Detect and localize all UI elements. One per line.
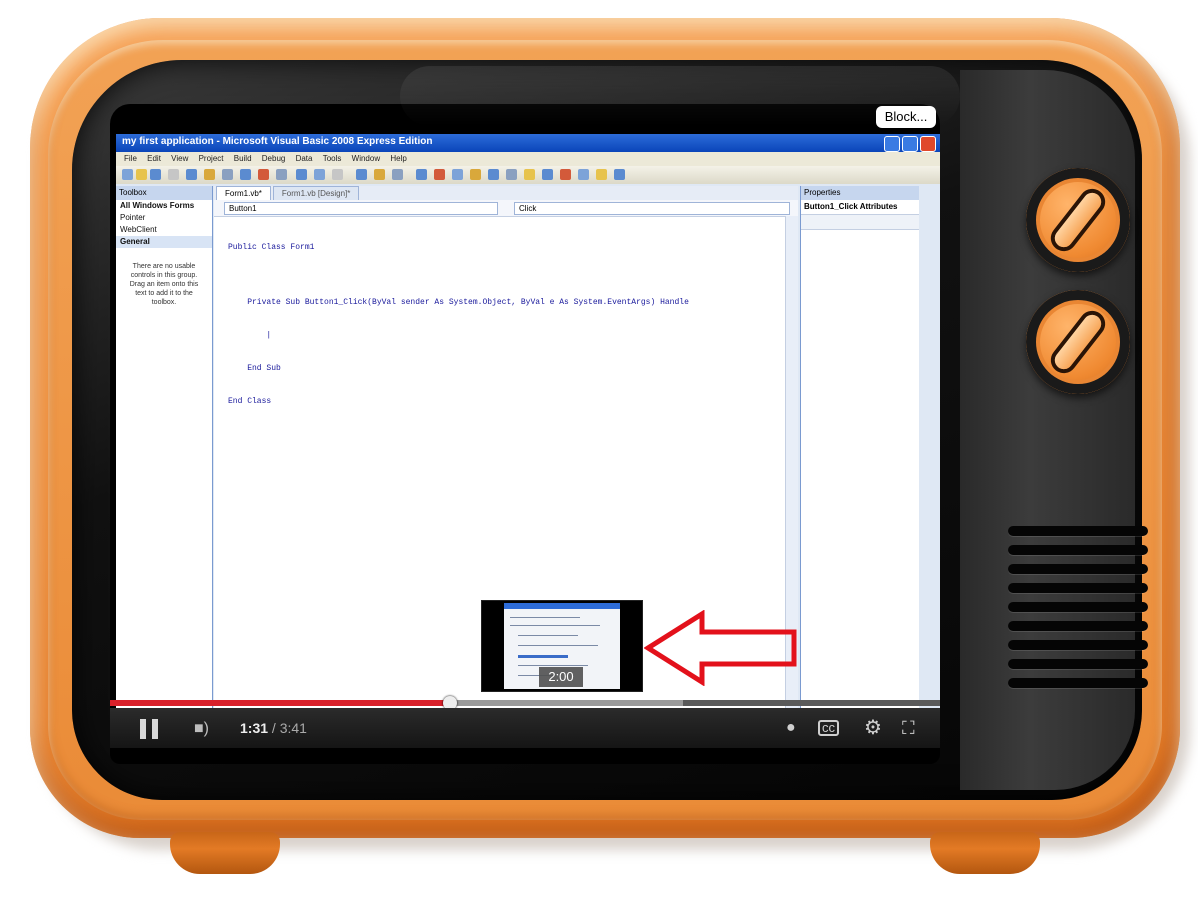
editor-combos: Button1 Click <box>214 200 798 217</box>
vs-titlebar: my first application - Microsoft Visual … <box>116 134 940 152</box>
menu-help: Help <box>390 154 407 163</box>
close-icon <box>920 136 936 152</box>
tv-leg-right <box>930 832 1040 874</box>
knob-grip <box>1051 311 1105 373</box>
blocked-overlay-label[interactable]: Block... <box>876 106 936 128</box>
menu-edit: Edit <box>147 154 161 163</box>
menu-data: Data <box>295 154 313 163</box>
tv-knob-bottom <box>1026 290 1130 394</box>
toolbox-group-general: General <box>116 236 212 248</box>
progress-played <box>110 700 451 706</box>
menu-project: Project <box>198 154 224 163</box>
object-combo: Button1 <box>224 202 498 215</box>
code-line: Private Sub Button1_Click(ByVal sender A… <box>228 298 689 307</box>
tv-knob-top <box>1026 168 1130 272</box>
red-arrow-annotation <box>644 610 797 686</box>
code-line: End Sub <box>228 364 281 373</box>
hover-time-tooltip: 2:00 <box>539 667 583 687</box>
properties-toolbar <box>801 215 919 230</box>
vs-toolbar <box>116 166 940 184</box>
maximize-icon <box>902 136 918 152</box>
captions-icon[interactable]: cc <box>818 720 839 736</box>
editor-tabs: Form1.vb* Form1.vb [Design]* <box>214 186 798 201</box>
video-screen[interactable]: my first application - Microsoft Visual … <box>110 104 940 764</box>
menu-build: Build <box>233 154 252 163</box>
time-display: 1:31 / 3:41 <box>240 720 307 736</box>
tab-form1-design: Form1.vb [Design]* <box>272 186 360 201</box>
knob-grip <box>1051 189 1105 251</box>
event-combo: Click <box>514 202 790 215</box>
menu-tools: Tools <box>322 154 342 163</box>
info-icon[interactable]: ● <box>786 720 796 736</box>
settings-icon[interactable]: ⚙ <box>864 718 882 738</box>
code-line: Public Class Form1 <box>228 243 315 252</box>
volume-icon[interactable]: ■) <box>194 721 209 737</box>
tv-speaker-grille <box>1008 526 1148 697</box>
properties-object: Button1_Click Attributes <box>801 200 919 215</box>
player-controls: ■) 1:31 / 3:41 ● cc ⚙ ⛶ <box>110 708 940 748</box>
toolbox-group-all: All Windows Forms <box>120 201 195 210</box>
current-time: 1:31 <box>240 720 269 736</box>
fullscreen-icon[interactable]: ⛶ <box>902 719 915 737</box>
pause-icon[interactable] <box>140 719 160 739</box>
vs-menubar: File Edit View Project Build Debug Data … <box>116 152 940 166</box>
menu-window: Window <box>351 154 381 163</box>
toolbox-panel: Toolbox All Windows Forms Pointer WebCli… <box>116 186 213 719</box>
tab-form1-vb: Form1.vb* <box>216 186 271 201</box>
menu-file: File <box>124 154 137 163</box>
solution-explorer-tab <box>920 186 940 719</box>
menu-view: View <box>171 154 189 163</box>
menu-debug: Debug <box>261 154 286 163</box>
toolbox-item-webclient: WebClient <box>120 225 157 234</box>
properties-panel: Properties Button1_Click Attributes <box>800 186 919 719</box>
tv-leg-left <box>170 832 280 874</box>
code-text: Public Class Form1 Private Sub Button1_C… <box>228 220 689 429</box>
vs-title-text: my first application - Microsoft Visual … <box>122 136 433 147</box>
toolbox-empty-message: There are no usable controls in this gro… <box>129 263 199 306</box>
properties-header: Properties <box>801 186 919 200</box>
total-time: / 3:41 <box>271 720 307 736</box>
code-line: End Class <box>228 397 272 406</box>
minimize-icon <box>884 136 900 152</box>
code-line: | <box>228 331 272 340</box>
toolbox-header: Toolbox <box>116 186 212 200</box>
toolbox-item-pointer: Pointer <box>120 213 146 222</box>
